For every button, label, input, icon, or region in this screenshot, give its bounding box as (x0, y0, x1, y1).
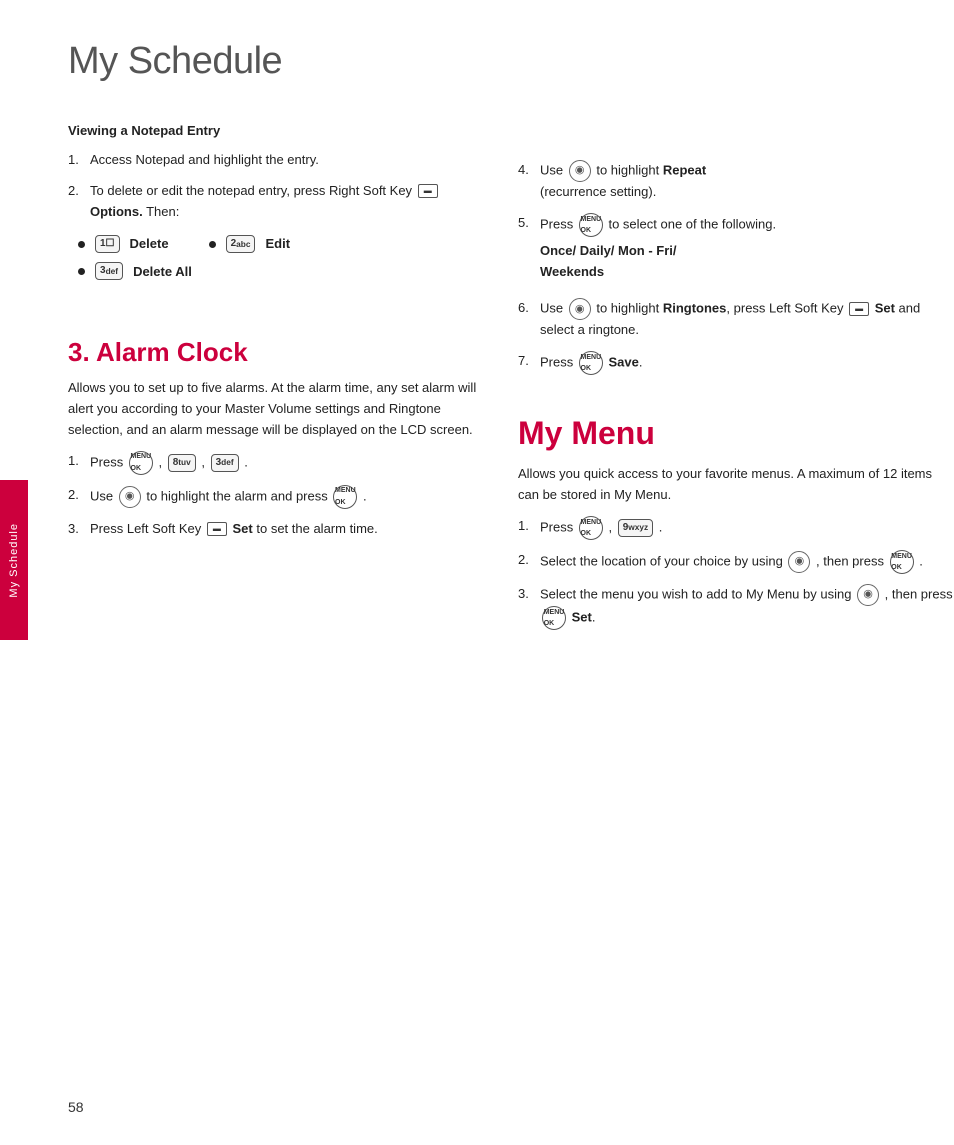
main-content: My Schedule Viewing a Notepad Entry 1. A… (68, 0, 954, 1145)
nav-icon-1 (119, 486, 141, 508)
right-softkey-icon: ▬ (418, 184, 438, 198)
options-bullet-list: 1☐ Delete 2abc Edit 3def Delete All (78, 232, 488, 283)
ok-icon-2: MENUOK (333, 485, 357, 509)
ok-icon-mm3: MENUOK (542, 606, 566, 630)
nav-icon-4 (569, 160, 591, 182)
bullet-dot (78, 241, 85, 248)
page-number: 58 (68, 1099, 84, 1115)
alarm-clock-section: 3. Alarm Clock Allows you to set up to f… (68, 337, 488, 539)
alarm-intro: Allows you to set up to five alarms. At … (68, 378, 488, 440)
key-8tuv-icon: 8tuv (168, 454, 196, 472)
alarm-clock-header: 3. Alarm Clock (68, 337, 488, 368)
side-tab: My Schedule (0, 480, 28, 640)
viewing-notepad-header: Viewing a Notepad Entry (68, 123, 488, 138)
right-item-4: 4. Use to highlight Repeat (recurrence s… (518, 160, 954, 203)
ok-icon-7: MENUOK (579, 351, 603, 375)
page-container: My Schedule 58 My Schedule Viewing a Not… (0, 0, 954, 1145)
my-menu-item-1: 1. Press MENUOK , 9wxyz . (518, 516, 954, 540)
key-3def-icon: 3def (211, 454, 239, 472)
my-menu-item-3: 3. Select the menu you wish to add to My… (518, 584, 954, 630)
bullet-dot-3 (78, 268, 85, 275)
right-item-6: 6. Use to highlight Ringtones, press Lef… (518, 298, 954, 341)
my-menu-header: My Menu (518, 415, 954, 452)
bullet-delete-all: 3def Delete All (78, 260, 488, 283)
repeat-options: Once/ Daily/ Mon - Fri/Weekends (540, 241, 954, 283)
bullet-row-1: 1☐ Delete 2abc Edit (78, 232, 488, 255)
nav-icon-mm3 (857, 584, 879, 606)
viewing-notepad-section: Viewing a Notepad Entry 1. Access Notepa… (68, 123, 488, 283)
ok-icon-mm1: MENUOK (579, 516, 603, 540)
page-title: My Schedule (68, 40, 488, 83)
ok-icon-mm2: MENUOK (890, 550, 914, 574)
key-1-icon: 1☐ (95, 235, 120, 253)
bullet-delete: 1☐ Delete (78, 232, 169, 255)
ok-icon-1: MENUOK (129, 451, 153, 475)
right-column: 4. Use to highlight Repeat (recurrence s… (508, 40, 954, 1105)
nav-icon-6 (569, 298, 591, 320)
ok-icon-5: MENUOK (579, 213, 603, 237)
bullet-edit: 2abc Edit (209, 232, 290, 255)
alarm-item-2: 2. Use to highlight the alarm and press … (68, 485, 488, 509)
nav-icon-mm2 (788, 551, 810, 573)
my-menu-item-2: 2. Select the location of your choice by… (518, 550, 954, 574)
side-tab-label: My Schedule (8, 523, 20, 598)
left-softkey-icon-1: ▬ (207, 522, 227, 536)
key-9wxyz-icon: 9wxyz (618, 519, 653, 537)
left-column: My Schedule Viewing a Notepad Entry 1. A… (68, 40, 508, 1105)
right-item-5: 5. Press MENUOK to select one of the fol… (518, 213, 954, 289)
list-item-1: 1. Access Notepad and highlight the entr… (68, 150, 488, 171)
alarm-item-1: 1. Press MENUOK , 8tuv , 3def . (68, 451, 488, 475)
list-item-2: 2. To delete or edit the notepad entry, … (68, 181, 488, 223)
key-3-icon: 3def (95, 262, 123, 280)
bullet-dot-2 (209, 241, 216, 248)
right-item-7: 7. Press MENUOK Save. (518, 351, 954, 375)
left-softkey-icon-6: ▬ (849, 302, 869, 316)
key-2-icon: 2abc (226, 235, 256, 253)
my-menu-section: My Menu Allows you quick access to your … (518, 415, 954, 630)
my-menu-intro: Allows you quick access to your favorite… (518, 464, 954, 506)
alarm-item-3: 3. Press Left Soft Key ▬ Set to set the … (68, 519, 488, 540)
